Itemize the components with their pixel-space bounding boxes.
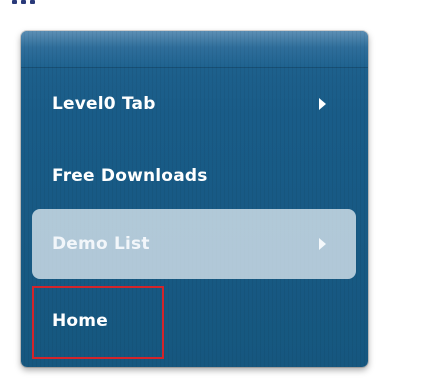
menu-item-label: Level0 Tab	[52, 94, 156, 114]
menu-item-demo-list[interactable]: Demo List	[32, 209, 356, 279]
menu-item-label: Demo List	[52, 234, 150, 254]
menu-header	[21, 31, 368, 68]
menu-item-label: Home	[52, 311, 108, 331]
menu-item-home[interactable]: Home	[32, 296, 356, 346]
vertical-menu: Level0 Tab Free Downloads Demo List Home	[21, 31, 368, 367]
menu-item-free-downloads[interactable]: Free Downloads	[32, 151, 356, 201]
chevron-right-icon	[319, 98, 326, 110]
page-stage: Level0 Tab Free Downloads Demo List Home	[0, 0, 438, 380]
menu-item-label: Free Downloads	[52, 166, 208, 186]
menu-item-level0-tab[interactable]: Level0 Tab	[32, 79, 356, 129]
chevron-right-icon	[319, 238, 326, 250]
partial-logo	[12, 0, 42, 10]
